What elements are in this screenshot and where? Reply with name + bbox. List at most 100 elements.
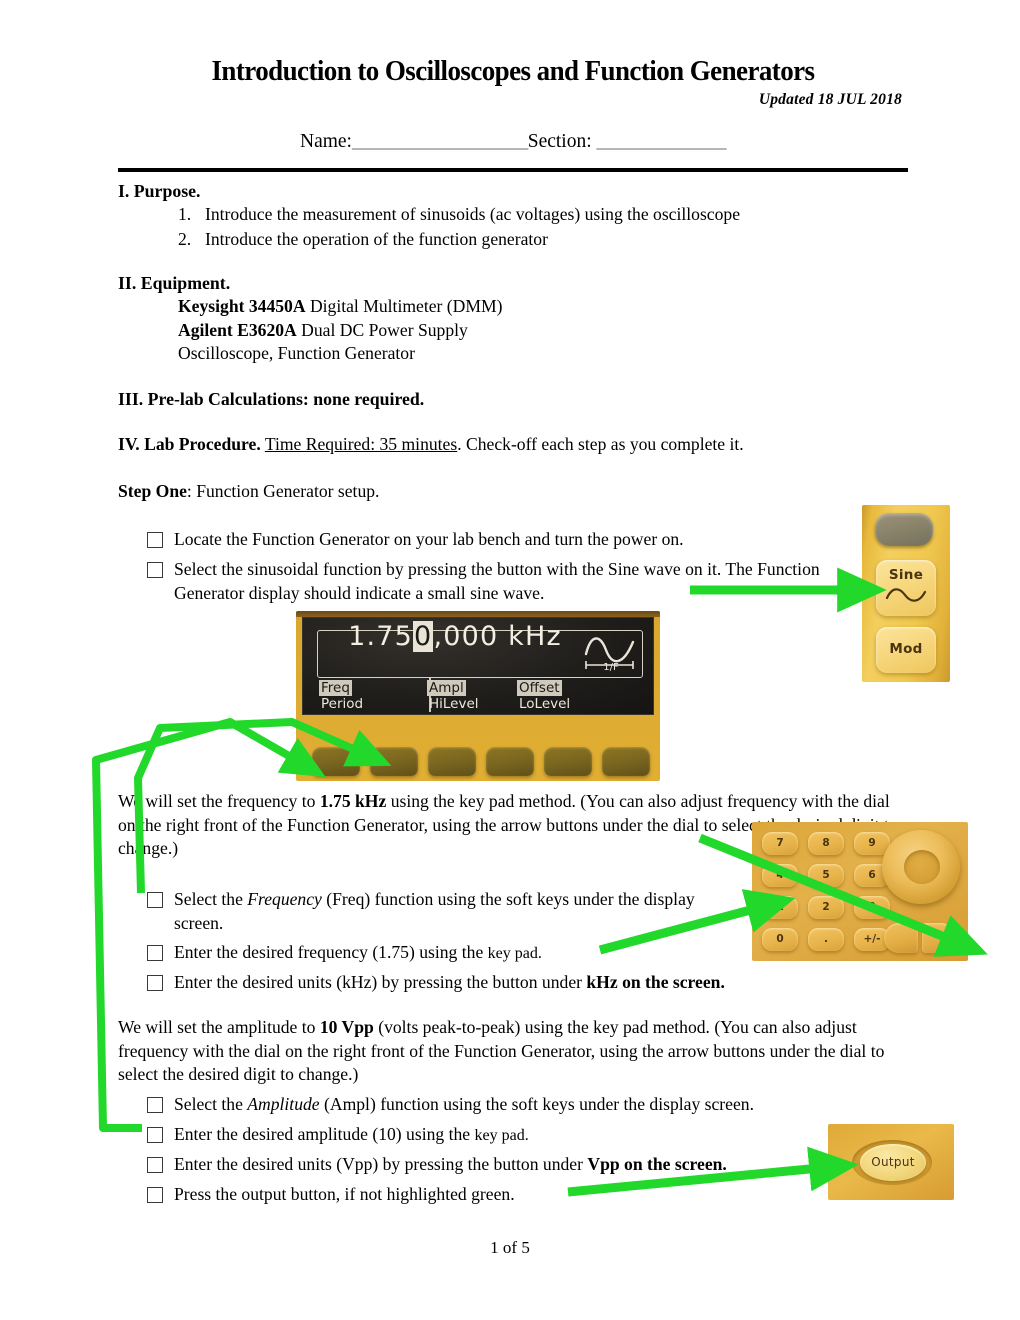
- rotary-dial-knob[interactable]: [882, 830, 960, 904]
- checkbox[interactable]: [147, 532, 163, 548]
- softkey-label-offset: Offset: [517, 680, 562, 696]
- softkey-label-lolevel: LoLevel: [519, 696, 571, 712]
- checklist-text: Select the Frequency (Freq) function usi…: [174, 888, 727, 935]
- equipment-desc: Digital Multimeter (DMM): [305, 296, 503, 316]
- checkbox[interactable]: [147, 1127, 163, 1143]
- output-button[interactable]: Output: [860, 1144, 926, 1181]
- photo-sine-button-panel: Sine Mod: [862, 505, 950, 682]
- checklist-pre: Enter the desired units (Vpp) by pressin…: [174, 1154, 588, 1174]
- key-7[interactable]: 7: [762, 832, 798, 855]
- checkbox[interactable]: [147, 945, 163, 961]
- softkey-label-freq: Freq: [319, 680, 352, 696]
- softkey-button-2[interactable]: [370, 747, 418, 776]
- list-number: 2.: [178, 229, 192, 249]
- checklist-emphasis: Frequency: [247, 889, 322, 909]
- mod-button[interactable]: Mod: [876, 627, 936, 673]
- list-text: Introduce the measurement of sinusoids (…: [205, 204, 741, 224]
- checklist-pre: Select the: [174, 1094, 248, 1114]
- checklist-text: Enter the desired amplitude (10) using t…: [174, 1123, 529, 1148]
- right-arrow-button[interactable]: [922, 923, 956, 953]
- softkey-label-period: Period: [321, 696, 364, 712]
- left-arrow-button[interactable]: [884, 923, 918, 953]
- key-4[interactable]: 4: [762, 864, 798, 887]
- softkey-group-offset: Offset LoLevel: [517, 680, 572, 712]
- key-decimal[interactable]: .: [808, 928, 844, 951]
- checklist-post: key pad.: [487, 945, 542, 962]
- softkey-button-3[interactable]: [428, 747, 476, 776]
- softkey-button-1[interactable]: [312, 747, 360, 776]
- checklist-item-enter-khz-units[interactable]: Enter the desired units (kHz) by pressin…: [147, 971, 847, 995]
- checklist-item-select-frequency[interactable]: Select the Frequency (Freq) function usi…: [147, 888, 727, 935]
- key-5[interactable]: 5: [808, 864, 844, 887]
- softkey-button-6[interactable]: [602, 747, 650, 776]
- gray-button[interactable]: [875, 513, 933, 546]
- checkbox[interactable]: [147, 975, 163, 991]
- softkey-button-4[interactable]: [486, 747, 534, 776]
- softkey-label-ampl: Ampl: [427, 680, 466, 696]
- name-section-line: Name:___________________Section: _______…: [118, 131, 908, 153]
- equipment-line: Oscilloscope, Function Generator: [178, 342, 503, 366]
- readout-units: kHz: [508, 621, 562, 652]
- list-number: 1.: [178, 204, 192, 224]
- heading-procedure: IV. Lab Procedure. Time Required: 35 min…: [118, 433, 744, 457]
- checklist-item-select-amplitude[interactable]: Select the Amplitude (Ampl) function usi…: [147, 1093, 847, 1117]
- checklist-pre: Enter the desired frequency (1.75) using…: [174, 942, 488, 962]
- step-one-label: Step One: [118, 481, 187, 501]
- checkbox[interactable]: [147, 1187, 163, 1203]
- key-0[interactable]: 0: [762, 928, 798, 951]
- paragraph-part1: We will set the frequency to: [118, 791, 320, 811]
- lcd-softkey-labels: Freq Period Ampl HiLevel Offset LoLevel: [319, 680, 645, 712]
- key-3[interactable]: 3: [854, 896, 890, 919]
- readout-cursor-digit: 0: [413, 621, 434, 652]
- readout-value-post: ,000: [433, 621, 499, 652]
- checklist-text: Select the sinusoidal function by pressi…: [174, 559, 820, 603]
- checkbox[interactable]: [147, 1097, 163, 1113]
- checklist-emphasis: Amplitude: [247, 1094, 320, 1114]
- header-divider: [118, 168, 908, 172]
- paragraph-value: 1.75 kHz: [319, 791, 387, 811]
- procedure-label: IV. Lab Procedure.: [118, 434, 261, 454]
- checklist-item-enter-vpp-units[interactable]: Enter the desired units (Vpp) by pressin…: [147, 1153, 827, 1177]
- key-1[interactable]: 1: [762, 896, 798, 919]
- photo-keypad-and-dial: 7 8 9 4 5 6 1 2 3 0 . +/-: [752, 822, 968, 961]
- key-8[interactable]: 8: [808, 832, 844, 855]
- lcd-screen: 1.750,000 kHz 1/F Freq Period Ampl HiLev…: [302, 617, 654, 715]
- checkbox[interactable]: [147, 1157, 163, 1173]
- softkey-button-5[interactable]: [544, 747, 592, 776]
- section-blank[interactable]: ______________: [597, 131, 727, 152]
- name-label: Name:: [299, 131, 352, 152]
- checklist-text: Press the output button, if not highligh…: [174, 1184, 515, 1204]
- list-item: 1. Introduce the measurement of sinusoid…: [178, 202, 918, 227]
- mod-button-label: Mod: [889, 641, 923, 657]
- paragraph-value: 10 Vpp: [319, 1017, 374, 1037]
- checklist-item-enter-amplitude[interactable]: Enter the desired amplitude (10) using t…: [147, 1123, 707, 1148]
- checklist-item-enter-frequency[interactable]: Enter the desired frequency (1.75) using…: [147, 941, 707, 966]
- lcd-wave-marker-label: 1/F: [603, 662, 619, 673]
- checklist-post: kHz on the screen.: [586, 972, 725, 992]
- equipment-list: Keysight 34450A Digital Multimeter (DMM)…: [178, 295, 503, 366]
- checklist-pre: Enter the desired units (kHz) by pressin…: [174, 972, 587, 992]
- sine-button[interactable]: Sine: [876, 560, 936, 616]
- softkey-label-hilevel: HiLevel: [429, 696, 479, 712]
- checklist-post: (Ampl) function using the soft keys unde…: [319, 1094, 754, 1114]
- list-item: 2. Introduce the operation of the functi…: [178, 227, 918, 252]
- checkbox[interactable]: [147, 562, 163, 578]
- checkbox[interactable]: [147, 892, 163, 908]
- checklist-text: Enter the desired units (kHz) by pressin…: [174, 971, 725, 995]
- checklist-item-select-sine[interactable]: Select the sinusoidal function by pressi…: [147, 558, 837, 605]
- document-page: Introduction to Oscilloscopes and Functi…: [0, 0, 1020, 1320]
- step-one-heading: Step One: Function Generator setup.: [118, 480, 379, 504]
- softkey-group-ampl: Ampl HiLevel: [427, 680, 509, 712]
- softkey-group-freq: Freq Period: [319, 680, 419, 712]
- key-2[interactable]: 2: [808, 896, 844, 919]
- sine-button-label: Sine: [888, 567, 924, 583]
- checklist-pre: Select the: [174, 889, 248, 909]
- checklist-item-press-output[interactable]: Press the output button, if not highligh…: [147, 1183, 747, 1207]
- equipment-model: Keysight 34450A: [178, 296, 306, 316]
- lcd-sine-waveform-icon: 1/F: [584, 637, 635, 673]
- page-footer: 1 of 5: [490, 1238, 530, 1257]
- checklist-pre: Enter the desired amplitude (10) using t…: [174, 1124, 475, 1144]
- equipment-desc: Oscilloscope, Function Generator: [178, 343, 415, 363]
- name-blank[interactable]: ___________________: [352, 131, 528, 152]
- checklist-item-locate-generator[interactable]: Locate the Function Generator on your la…: [147, 528, 867, 552]
